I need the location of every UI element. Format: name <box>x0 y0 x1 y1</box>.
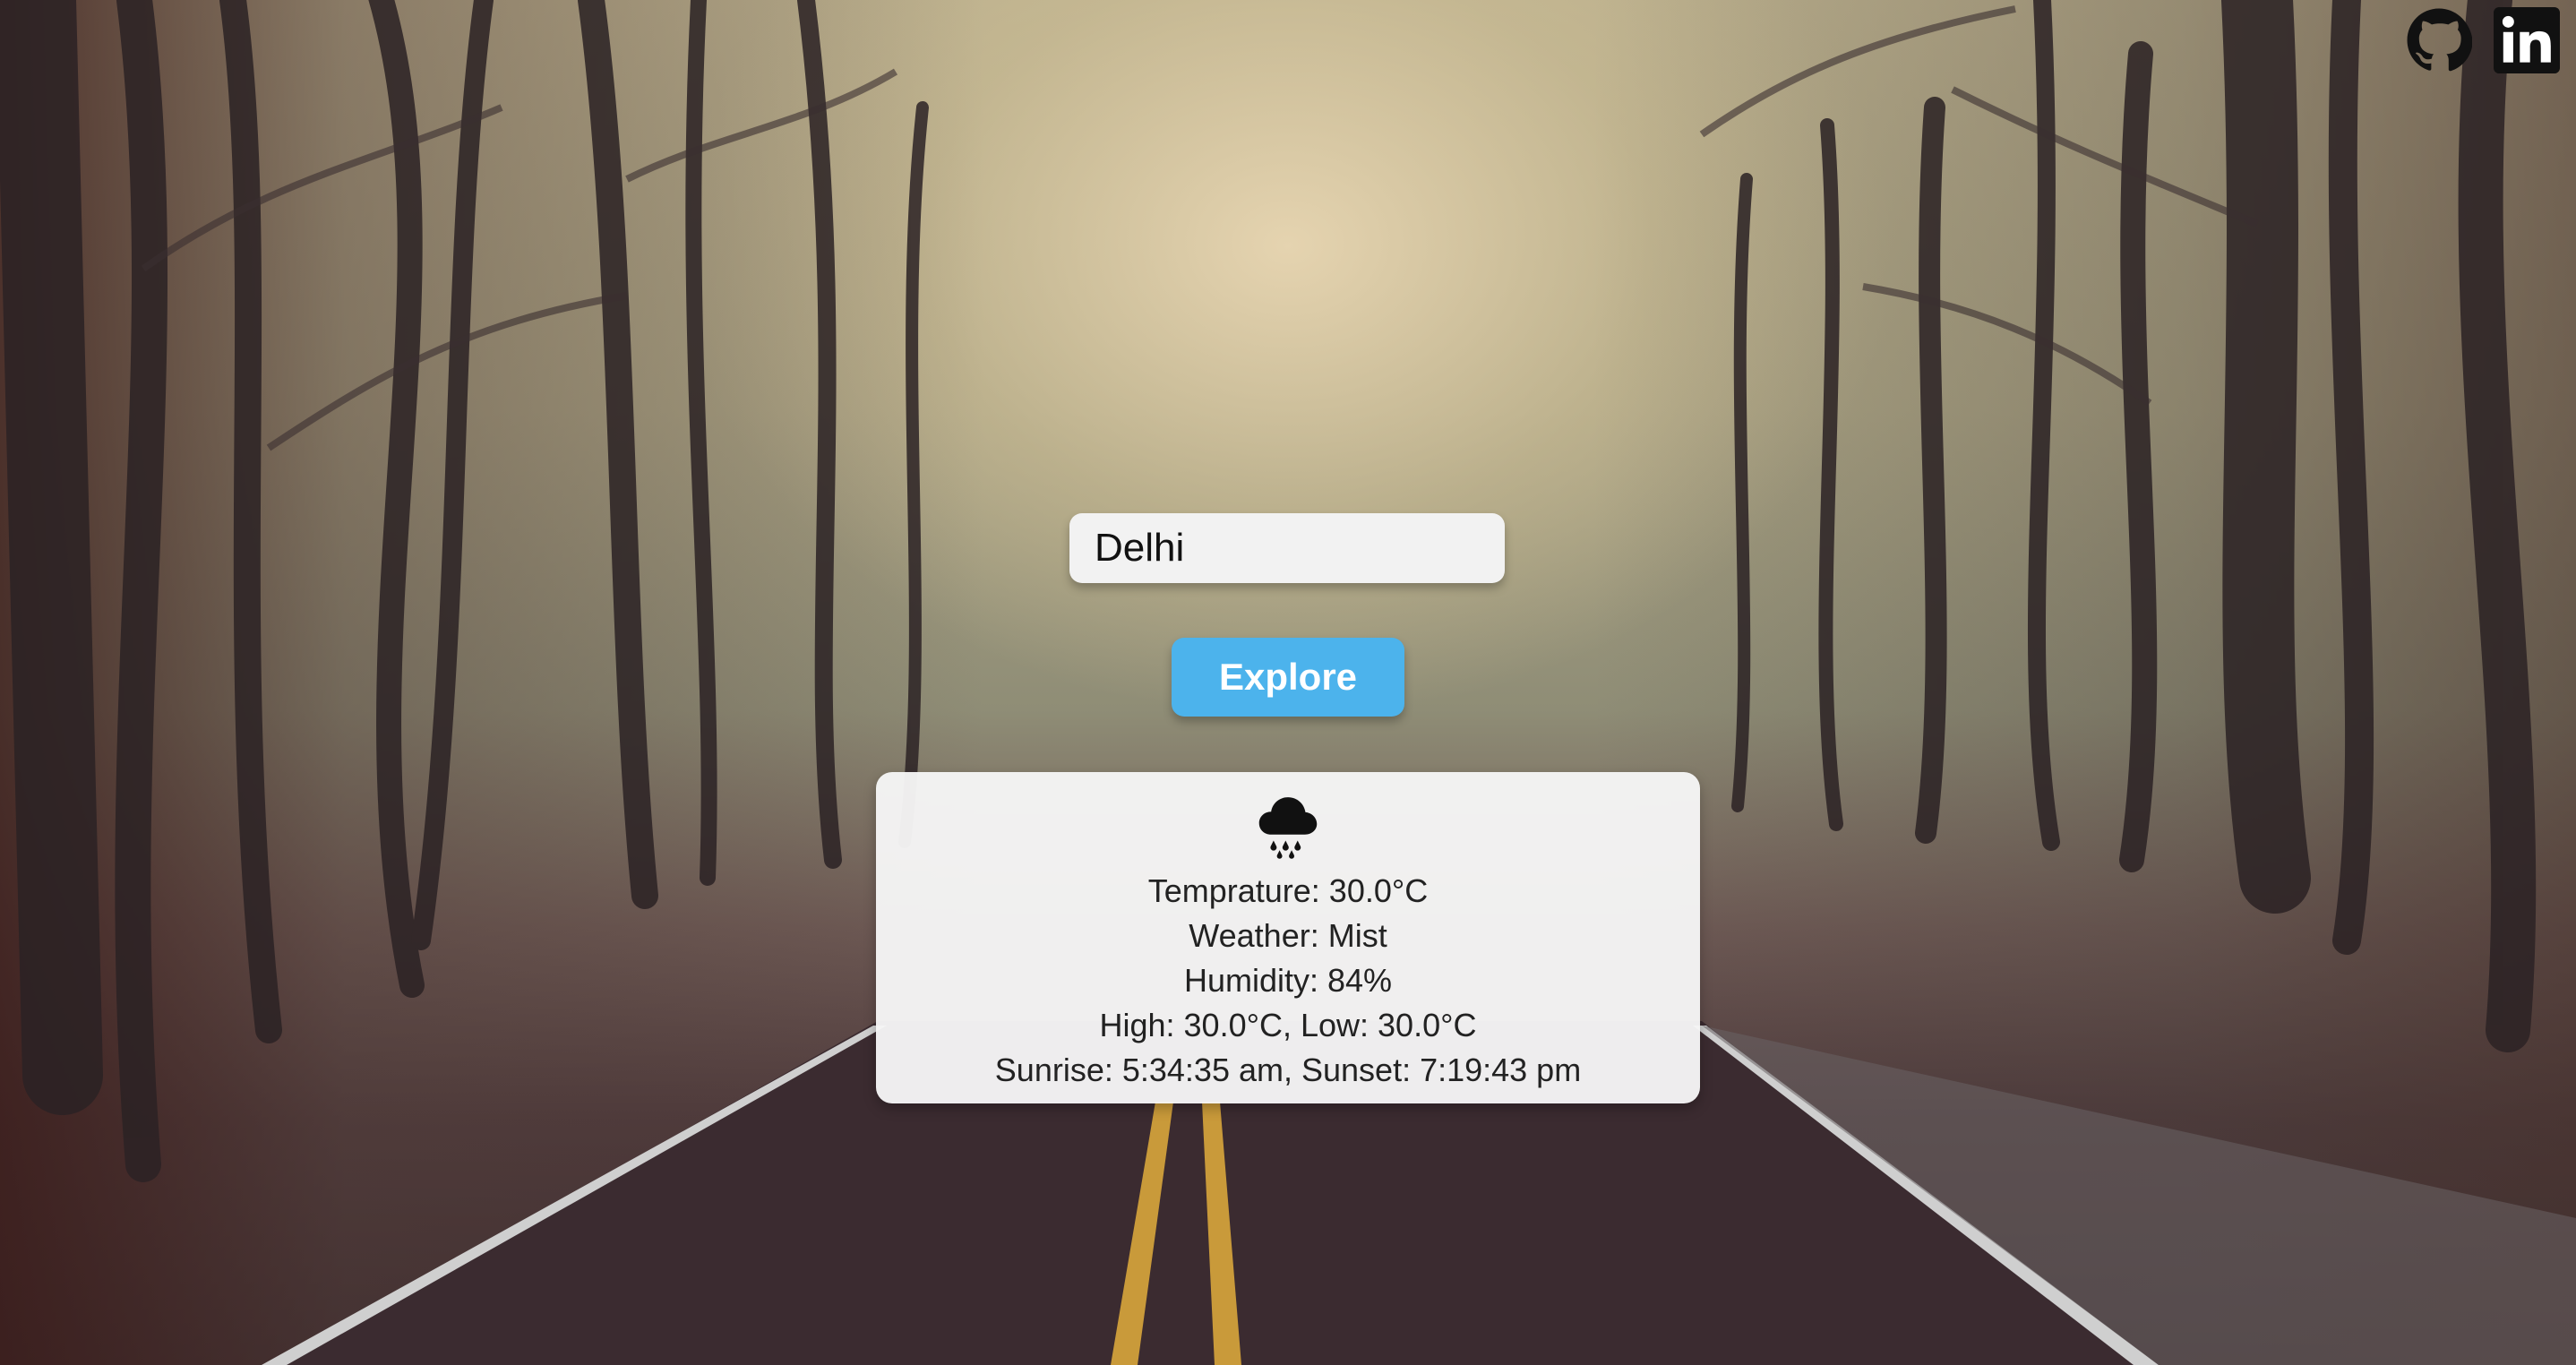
humidity-text: Humidity: 84% <box>1183 962 1393 999</box>
city-search-input[interactable] <box>1069 513 1505 583</box>
weather-condition-text: Weather: Mist <box>1189 917 1387 954</box>
sunrise-sunset-text: Sunrise: 5:34:35 am, Sunset: 7:19:43 pm <box>994 1052 1582 1088</box>
temperature-text: Temprature: 30.0°C <box>1147 872 1429 909</box>
linkedin-icon[interactable] <box>2494 7 2560 73</box>
social-links <box>2406 7 2560 73</box>
high-low-text: High: 30.0°C, Low: 30.0°C <box>1099 1007 1477 1043</box>
weather-card: Temprature: 30.0°C Weather: Mist Humidit… <box>876 772 1700 1103</box>
explore-button[interactable]: Explore <box>1172 638 1404 717</box>
rain-cloud-icon <box>1258 797 1318 859</box>
github-icon[interactable] <box>2406 7 2472 73</box>
